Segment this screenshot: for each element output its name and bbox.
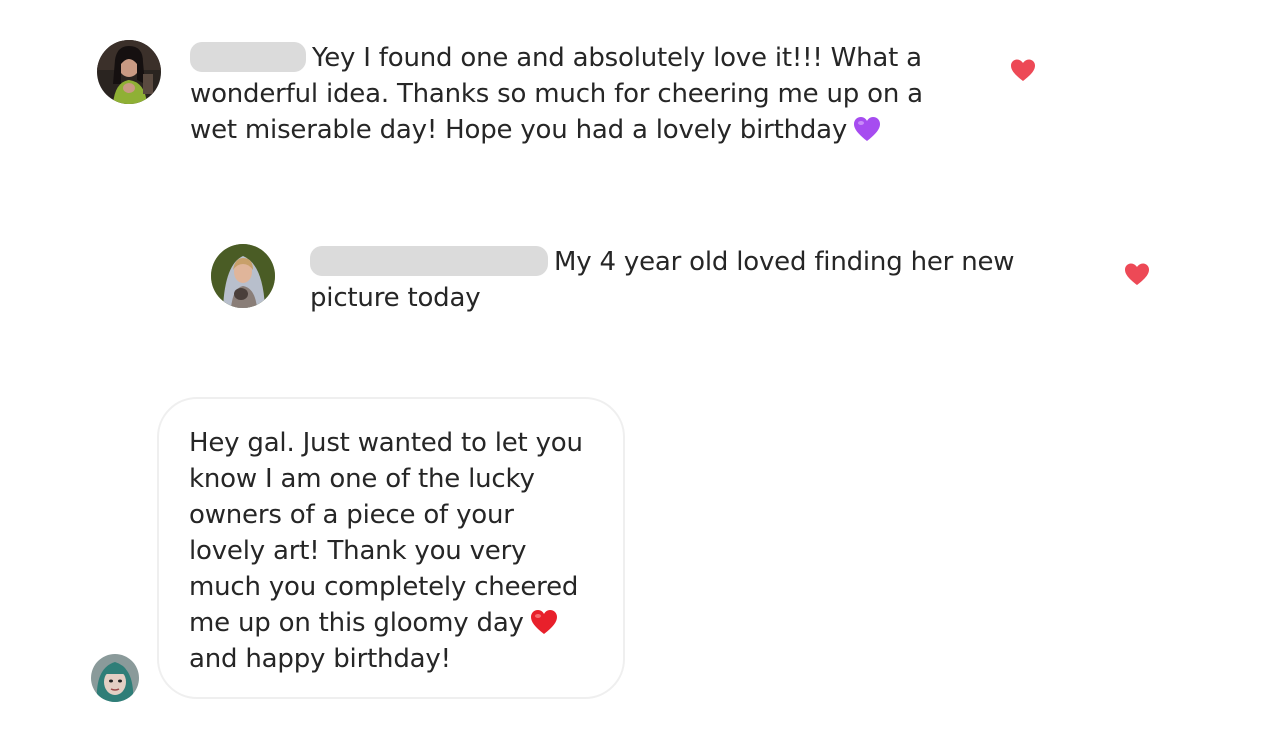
redacted-username: [190, 42, 306, 72]
avatar[interactable]: [211, 244, 275, 308]
comment-text: My 4 year old loved finding her new pict…: [310, 244, 1050, 316]
message-text-part: and happy birthday!: [189, 644, 451, 674]
purple-heart-emoji: [854, 117, 881, 141]
heart-icon[interactable]: [1010, 58, 1036, 82]
avatar[interactable]: [97, 40, 161, 104]
redacted-username: [310, 246, 548, 276]
avatar[interactable]: [91, 654, 139, 702]
message-text-part: Hey gal. Just wanted to let you know I a…: [189, 428, 583, 638]
comment-text: Yey I found one and absolutely love it!!…: [190, 40, 950, 148]
red-heart-emoji: [530, 610, 557, 634]
message-bubble: Hey gal. Just wanted to let you know I a…: [157, 397, 625, 699]
heart-icon[interactable]: [1124, 262, 1150, 286]
message-text: Hey gal. Just wanted to let you know I a…: [189, 425, 609, 677]
